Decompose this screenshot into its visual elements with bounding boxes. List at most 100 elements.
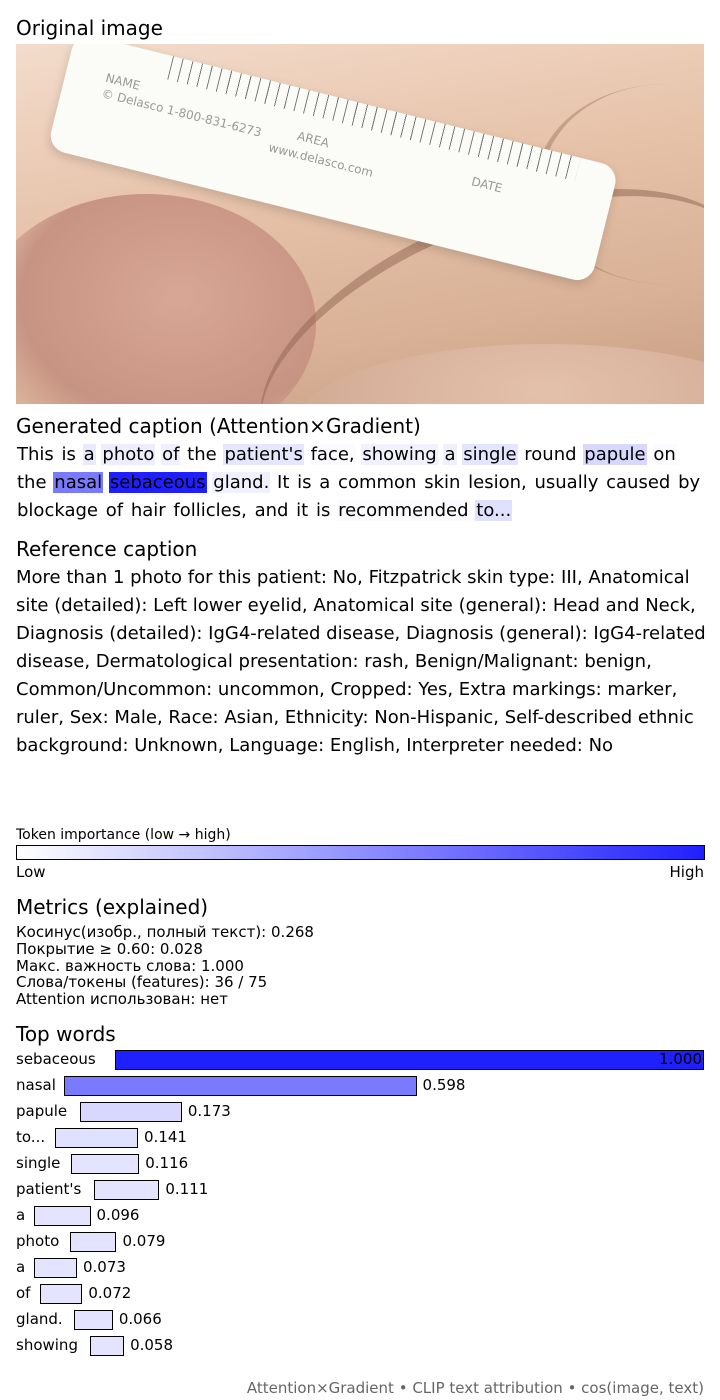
top-word-label: nasal [16,1076,56,1094]
top-word-row: a 0.073 [0,1256,720,1278]
caption-token: on [652,444,677,465]
top-word-bar [33,1206,91,1226]
caption-token: and [254,500,289,521]
top-word-row: patient's 0.111 [0,1178,720,1200]
generated-caption-heading: Generated caption (Attention×Gradient) [16,414,421,438]
caption-token: showing [361,444,438,465]
caption-token: It [277,472,290,493]
top-word-label: to... [16,1128,46,1146]
top-word-value: 0.096 [96,1206,140,1224]
colorbar-high-label: High [669,863,704,881]
caption-token: This [17,444,54,465]
caption-token: of [105,500,124,521]
caption-token: a [319,472,331,493]
caption-token: blockage [17,500,98,521]
top-words-heading: Top words [16,1022,116,1046]
metrics-heading: Metrics (explained) [16,895,209,919]
metric-words-tokens: Слова/токены (features): 36 / 75 [16,973,268,992]
caption-token: a [82,444,96,465]
top-word-label: sebaceous [16,1050,96,1068]
top-word-bar [64,1076,417,1096]
caption-token: gland. [212,472,271,493]
top-word-label: single [16,1154,61,1172]
caption-token: the [187,444,217,465]
metric-max-importance: Макс. важность слова: 1.000 [16,956,244,975]
metric-cosine: Косинус(изобр., полный текст): 0.268 [16,923,314,941]
top-word-bar [33,1258,77,1278]
top-word-label: a [16,1206,26,1224]
caption-token: recommended [337,500,470,521]
top-word-label: papule [16,1102,68,1120]
top-word-bar [93,1180,160,1200]
metric-attention-used: Attention использован: нет [16,990,228,1009]
skin-photo: NAME © Delasco 1-800-831-6273 AREA www.d… [16,44,704,404]
top-word-label: of [16,1284,31,1302]
top-word-bar [79,1102,182,1122]
top-word-row: photo 0.079 [0,1230,720,1252]
caption-token: round [524,444,577,465]
top-word-row: papule 0.173 [0,1100,720,1122]
top-word-value: 0.066 [118,1310,162,1328]
top-word-row: nasal 0.598 [0,1074,720,1096]
caption-token: nasal [53,472,104,493]
reference-caption: More than 1 photo for this patient: No, … [16,567,706,756]
caption-token: caused [606,472,671,493]
top-word-label: a [16,1258,26,1276]
top-word-row: gland. 0.066 [0,1308,720,1330]
top-word-bar [70,1154,140,1174]
caption-token: follicles, [173,500,247,521]
top-word-value: 0.079 [122,1232,166,1250]
top-word-value: 1.000 [659,1050,702,1068]
top-word-value: 0.141 [144,1128,187,1146]
caption-token: is [315,500,331,521]
caption-token: is [61,444,76,465]
top-word-row: showing 0.058 [0,1334,720,1356]
top-word-row: sebaceous 1.000 [0,1048,720,1070]
original-image-heading: Original image [16,16,163,40]
footer-note: Attention×Gradient • CLIP text attributi… [246,1379,704,1397]
top-word-label: gland. [16,1310,63,1328]
caption-token: the [17,472,47,493]
ruler-date-text: DATE [469,174,504,196]
top-word-value: 0.073 [82,1258,126,1276]
top-word-label: photo [16,1232,60,1250]
top-word-bar [89,1336,125,1356]
top-word-label: showing [16,1336,78,1354]
top-word-value: 0.072 [88,1284,132,1302]
top-word-value: 0.058 [130,1336,174,1354]
caption-token: hair [130,500,166,521]
reference-caption-heading: Reference caption [16,537,198,561]
caption-token: by [678,472,701,493]
caption-token: a [443,444,457,465]
caption-token: it [296,500,309,521]
metrics-list: Косинус(изобр., полный текст): 0.268 Пок… [16,924,314,1008]
generated-caption: This is a photo of the patient's face, s… [16,441,706,525]
top-word-bar [69,1232,117,1252]
colorbar-low-label: Low [16,863,46,881]
caption-token: papule [583,444,647,465]
caption-token: face, [309,444,356,465]
top-word-row: to... 0.141 [0,1126,720,1148]
caption-token: single [462,444,518,465]
metric-coverage: Покрытие ≥ 0.60: 0.028 [16,939,203,958]
caption-token: common [338,472,417,493]
caption-token: is [297,472,312,493]
top-word-value: 0.116 [145,1154,189,1172]
caption-token: sebaceous [108,472,207,493]
caption-token: of [161,444,181,465]
top-word-row: single 0.116 [0,1152,720,1174]
top-word-bar [39,1284,83,1304]
top-word-bar [54,1128,139,1148]
top-word-row: a 0.096 [0,1204,720,1226]
top-word-row: of 0.072 [0,1282,720,1304]
caption-token: patient's [223,444,304,465]
top-word-label: patient's [16,1180,82,1198]
importance-colorbar [16,845,705,860]
caption-token: skin [424,472,461,493]
top-word-bar [73,1310,113,1330]
top-word-value: 0.173 [187,1102,231,1120]
top-word-value: 0.111 [165,1180,209,1198]
caption-token: to... [475,500,513,521]
caption-token: usually [534,472,599,493]
top-word-value: 0.598 [422,1076,466,1094]
